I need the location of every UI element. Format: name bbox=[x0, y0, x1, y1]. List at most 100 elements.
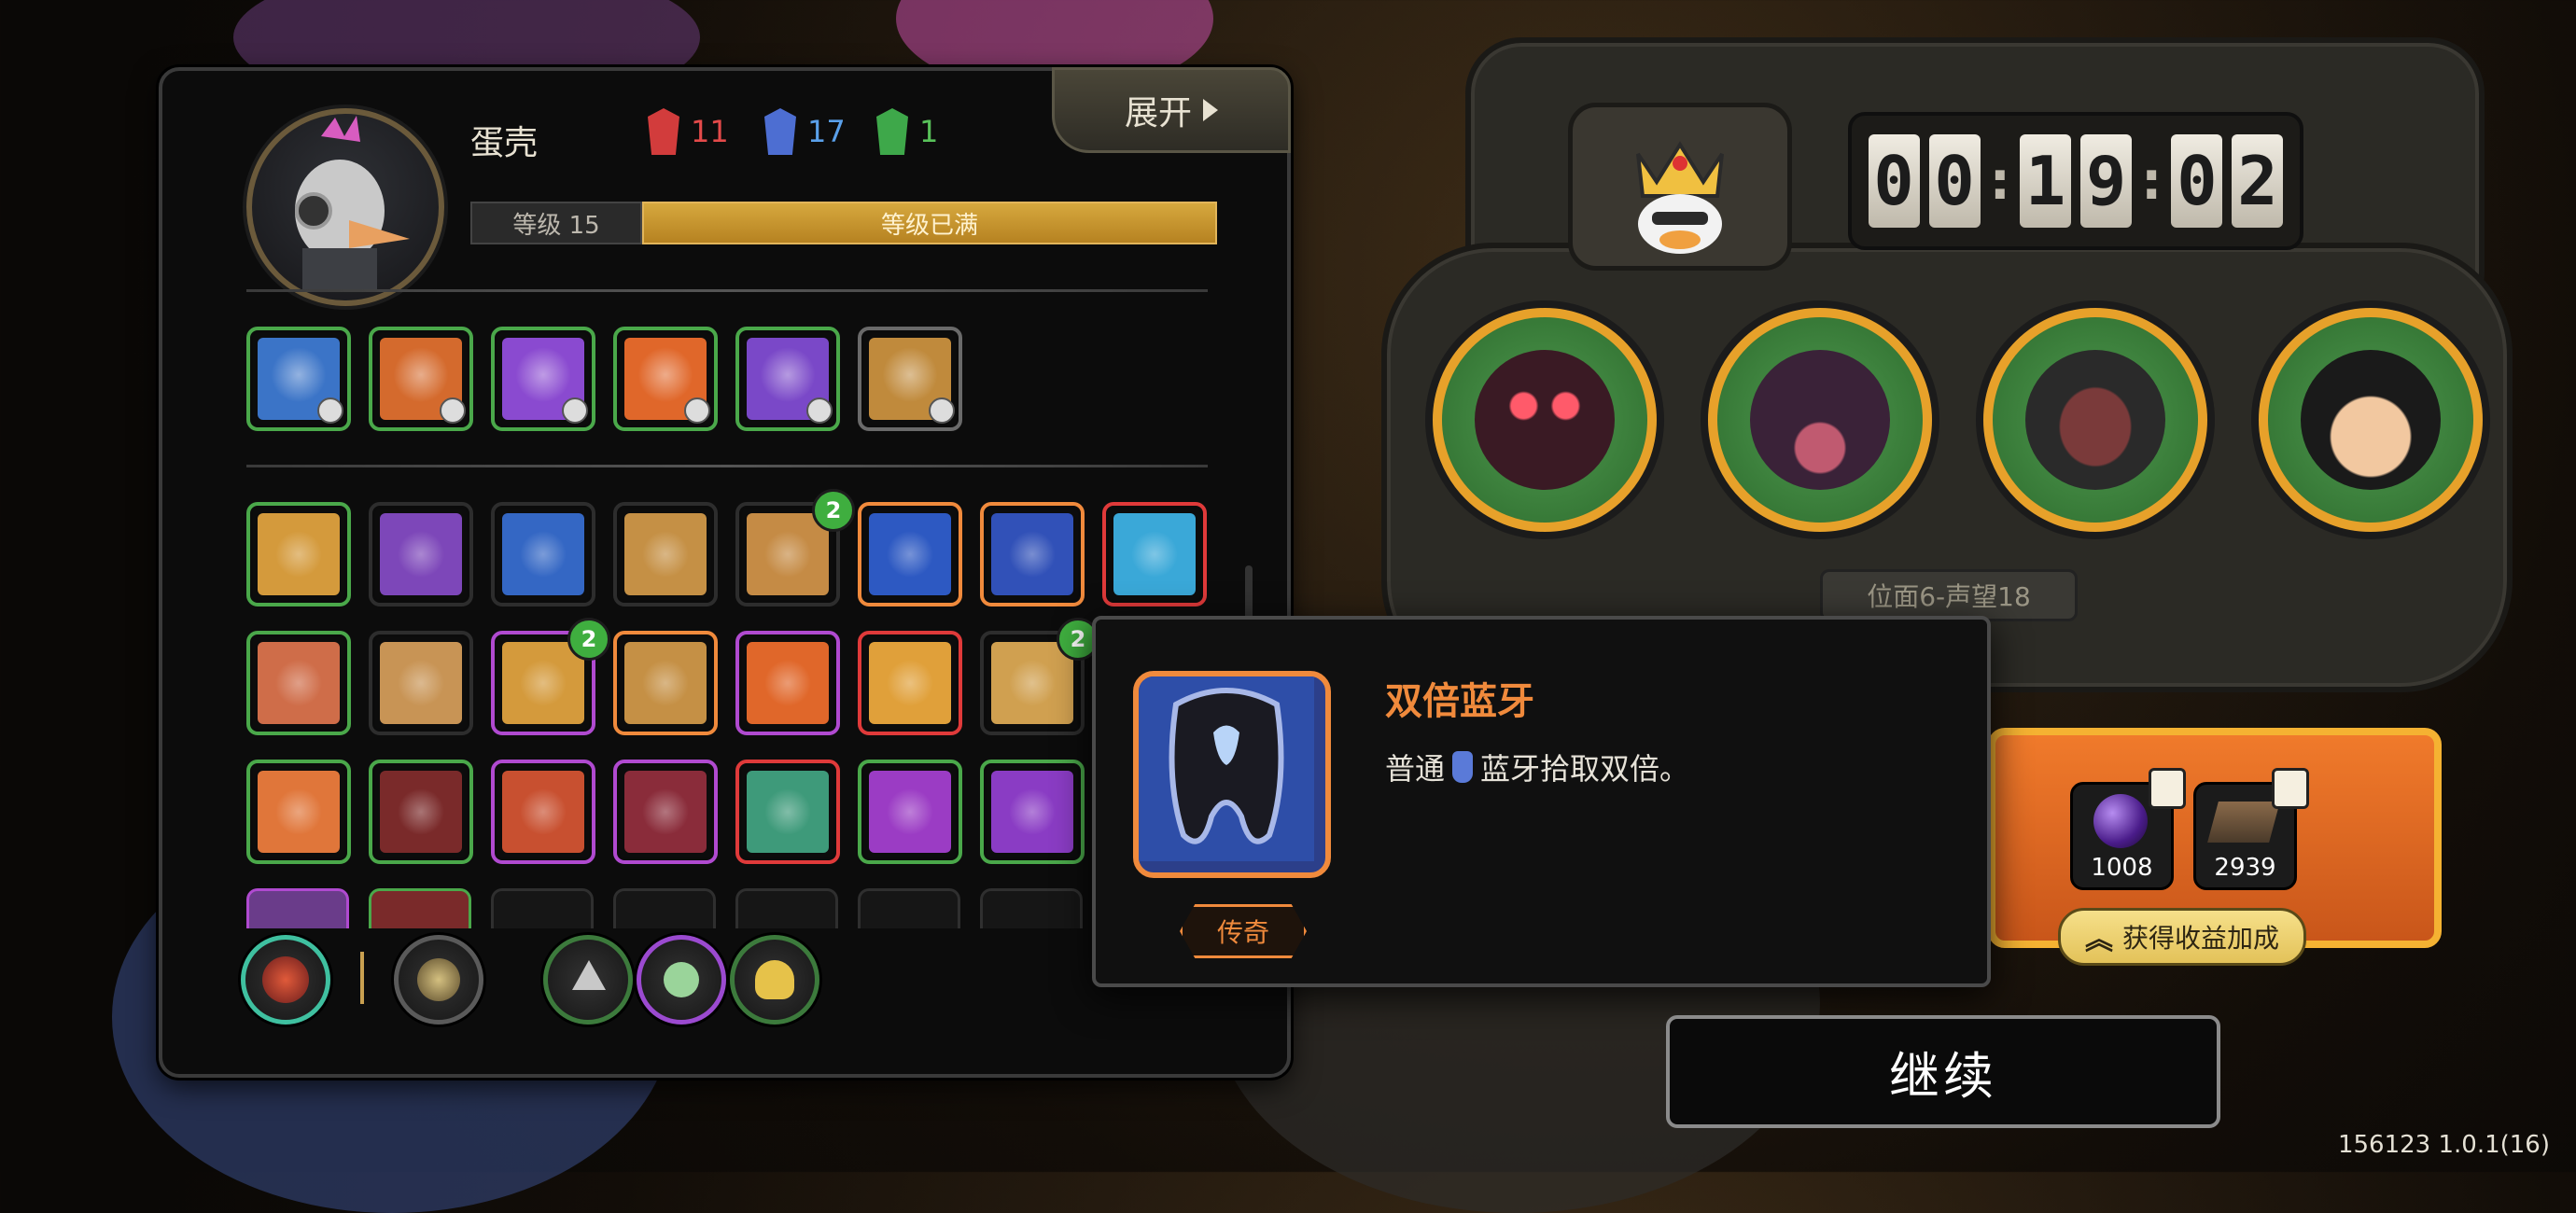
item-art-icon bbox=[991, 771, 1073, 853]
version-label: 156123 1.0.1(16) bbox=[2337, 1131, 2550, 1159]
stack-count-badge: 2 bbox=[812, 489, 855, 532]
weapon-slot[interactable] bbox=[491, 327, 595, 431]
item-art-icon bbox=[747, 642, 829, 724]
item-slot-partial[interactable] bbox=[369, 888, 471, 928]
element-badge-icon bbox=[317, 397, 343, 424]
double-chevron-up-icon: ︽ bbox=[2084, 924, 2113, 956]
timer-digit: 0 bbox=[2171, 134, 2223, 228]
timer-digit: 2 bbox=[2232, 134, 2284, 228]
lock-icon bbox=[2149, 768, 2186, 809]
tooltip-description: 普通 蓝牙拾取双倍。 bbox=[1385, 746, 1689, 788]
expand-label: 展开 bbox=[1124, 94, 1192, 132]
timer-digit: 0 bbox=[1868, 134, 1920, 228]
blue-tooth-icon bbox=[1452, 751, 1474, 783]
item-slot[interactable] bbox=[613, 631, 718, 735]
item-slot[interactable] bbox=[1102, 502, 1207, 606]
item-slot-partial[interactable] bbox=[246, 888, 349, 928]
divider bbox=[246, 465, 1208, 467]
item-slot[interactable] bbox=[369, 760, 473, 864]
weapon-slot[interactable] bbox=[858, 327, 962, 431]
item-art-icon bbox=[502, 642, 584, 724]
play-arrow-icon bbox=[1203, 99, 1218, 121]
enemy-portrait-human[interactable] bbox=[2259, 308, 2483, 532]
item-slot[interactable] bbox=[613, 502, 718, 606]
triangle-buff-icon[interactable] bbox=[543, 935, 633, 1025]
stat-blue: 17 bbox=[764, 108, 846, 155]
enemy-portrait-bug[interactable] bbox=[1433, 308, 1657, 532]
item-art-icon bbox=[502, 513, 584, 595]
item-slot[interactable] bbox=[858, 502, 962, 606]
rarity-badge: 传奇 bbox=[1180, 904, 1307, 958]
tooltip-desc-prefix: 普通 bbox=[1385, 751, 1446, 787]
flame-buff-icon[interactable] bbox=[730, 935, 819, 1025]
planet-label: 位面6-声望18 bbox=[1820, 569, 2078, 621]
item-art-icon bbox=[258, 771, 340, 853]
bonus-button[interactable]: ︽ 获得收益加成 bbox=[2058, 908, 2306, 966]
king-duck-badge[interactable] bbox=[1568, 103, 1792, 271]
level-status: 等级已满 bbox=[642, 202, 1217, 244]
stat-red-value: 11 bbox=[691, 114, 729, 149]
weapon-slot[interactable] bbox=[369, 327, 473, 431]
stage-machine: 0 0 : 1 9 : 0 2 位面6-声望18 bbox=[1381, 37, 2513, 692]
item-slot[interactable] bbox=[491, 502, 595, 606]
weapon-slot[interactable] bbox=[246, 327, 351, 431]
stat-blue-value: 17 bbox=[807, 114, 846, 149]
item-slot[interactable] bbox=[246, 760, 351, 864]
enemy-portrait-alien[interactable] bbox=[1983, 308, 2207, 532]
stat-green-value: 1 bbox=[919, 114, 939, 149]
item-art-icon bbox=[869, 513, 951, 595]
blue-tier-icon bbox=[764, 108, 796, 155]
item-slot-empty bbox=[980, 888, 1083, 928]
expand-button[interactable]: 展开 bbox=[1052, 67, 1291, 153]
item-art-icon bbox=[258, 513, 340, 595]
item-slot[interactable] bbox=[735, 631, 840, 735]
tooltip-desc-suffix: 蓝牙拾取双倍。 bbox=[1480, 751, 1690, 787]
item-slot[interactable] bbox=[858, 631, 962, 735]
item-slot[interactable] bbox=[735, 760, 840, 864]
item-art-icon bbox=[380, 771, 462, 853]
item-art-icon bbox=[624, 642, 707, 724]
tooth-item-icon bbox=[1133, 671, 1331, 878]
element-badge-icon bbox=[562, 397, 588, 424]
item-slot[interactable] bbox=[246, 502, 351, 606]
purple-orb-icon bbox=[2093, 794, 2148, 848]
item-art-icon bbox=[624, 513, 707, 595]
item-slot[interactable] bbox=[858, 760, 962, 864]
item-tooltip: 双倍蓝牙 普通 蓝牙拾取双倍。 传奇 bbox=[1092, 616, 1991, 987]
timer-digit: 9 bbox=[2080, 134, 2132, 228]
continue-button[interactable]: 继续 bbox=[1666, 1015, 2220, 1128]
item-art-icon bbox=[380, 513, 462, 595]
reward-crate[interactable]: 2939 bbox=[2193, 768, 2309, 890]
item-art-icon bbox=[624, 771, 707, 853]
weapon-slot[interactable] bbox=[613, 327, 718, 431]
timer-colon: : bbox=[2141, 150, 2163, 212]
element-badge-icon bbox=[440, 397, 466, 424]
enemy-portrait-demon[interactable] bbox=[1708, 308, 1932, 532]
reward-orb[interactable]: 1008 bbox=[2070, 768, 2186, 890]
item-slot[interactable] bbox=[980, 760, 1085, 864]
human-face-icon bbox=[2301, 350, 2441, 490]
item-art-icon bbox=[991, 642, 1073, 724]
item-slot-empty bbox=[613, 888, 716, 928]
bug-face-icon bbox=[1475, 350, 1615, 490]
lion-emblem-icon[interactable] bbox=[394, 935, 483, 1025]
item-slot[interactable] bbox=[613, 760, 718, 864]
timer-digit: 0 bbox=[1928, 134, 1981, 228]
item-slot[interactable] bbox=[246, 631, 351, 735]
red-tier-icon bbox=[648, 108, 679, 155]
heart-buff-icon[interactable] bbox=[637, 935, 726, 1025]
item-slot[interactable] bbox=[491, 760, 595, 864]
target-skill-icon[interactable] bbox=[241, 935, 330, 1025]
weapon-slot[interactable] bbox=[735, 327, 840, 431]
element-badge-icon bbox=[929, 397, 955, 424]
item-slot[interactable] bbox=[980, 502, 1085, 606]
item-art-icon bbox=[258, 642, 340, 724]
item-slot-empty bbox=[735, 888, 838, 928]
item-slot-empty bbox=[858, 888, 960, 928]
stat-green: 1 bbox=[876, 108, 938, 155]
reward-crate-value: 2939 bbox=[2214, 854, 2276, 882]
item-art-icon bbox=[747, 513, 829, 595]
item-slot[interactable] bbox=[369, 502, 473, 606]
item-slot[interactable] bbox=[369, 631, 473, 735]
bonus-label: 获得收益加成 bbox=[2121, 923, 2279, 954]
